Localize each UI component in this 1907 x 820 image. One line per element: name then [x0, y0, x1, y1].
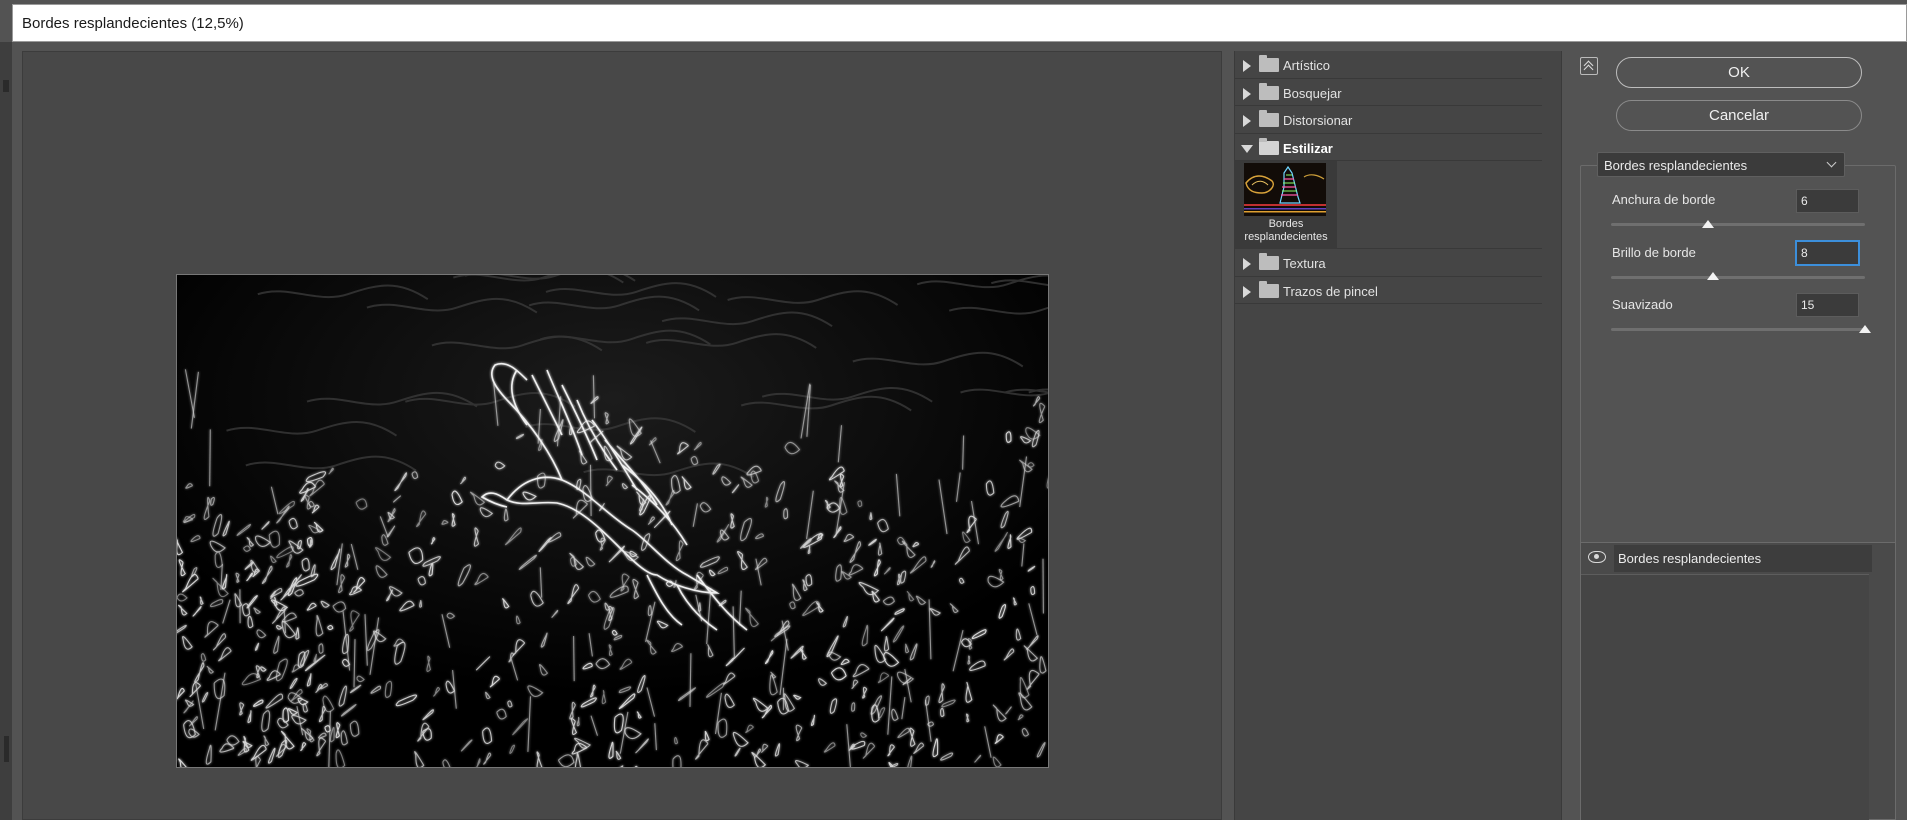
filter-folder-trazos-de-pincel[interactable]: Trazos de pincel — [1235, 277, 1542, 304]
filter-thumbnail-bordes-resplandecientes[interactable]: Bordes resplandecientes — [1235, 161, 1337, 249]
panel-collapse-handle[interactable] — [3, 80, 9, 92]
filter-folder-label: Textura — [1283, 256, 1326, 271]
open-folder-icon — [1259, 137, 1279, 155]
edge-brightness-input[interactable] — [1795, 240, 1860, 266]
edge-width-slider-thumb[interactable] — [1701, 220, 1714, 228]
filter-folder-bosquejar[interactable]: Bosquejar — [1235, 79, 1542, 106]
glowing-edges-image — [177, 275, 1048, 767]
preview-image[interactable] — [176, 274, 1049, 768]
disclosure-triangle-icon[interactable] — [1241, 144, 1253, 153]
folder-icon — [1259, 280, 1279, 298]
filter-folder-label: Distorsionar — [1283, 113, 1353, 128]
dialog-title-bar: Bordes resplandecientes (12,5%) — [12, 4, 1907, 42]
folder-icon — [1259, 253, 1279, 270]
filter-folder-label: Bosquejar — [1283, 85, 1342, 101]
eye-icon[interactable] — [1588, 551, 1606, 563]
filter-folder-distorsionar[interactable]: Distorsionar — [1235, 106, 1542, 134]
filter-gallery-panel[interactable]: Artístico Bosquejar Distorsionar Estiliz… — [1234, 51, 1562, 820]
folder-icon — [1259, 110, 1279, 127]
collapse-icon[interactable] — [1580, 57, 1598, 75]
smoothness-slider-thumb[interactable] — [1859, 325, 1871, 333]
filter-folder-label: Artístico — [1283, 58, 1330, 73]
filter-folder-artistico[interactable]: Artístico — [1235, 51, 1542, 79]
filter-select-value: Bordes resplandecientes — [1604, 158, 1748, 173]
dialog-title: Bordes resplandecientes (12,5%) — [22, 15, 244, 32]
settings-panel: OK Cancelar Bordes resplandecientes Anch… — [1562, 42, 1907, 820]
param-label-edge-width: Anchura de borde — [1612, 192, 1716, 207]
filter-folder-label: Trazos de pincel — [1283, 283, 1378, 299]
folder-icon — [1259, 82, 1279, 100]
filter-thumbnail-image — [1244, 163, 1326, 216]
smoothness-input[interactable] — [1796, 293, 1859, 317]
edge-width-input[interactable] — [1796, 189, 1859, 213]
smoothness-slider[interactable] — [1611, 328, 1865, 331]
chevron-down-icon — [1826, 157, 1837, 168]
filter-thumbnail-label: Bordes resplandecientes — [1244, 218, 1328, 243]
ok-button[interactable]: OK — [1616, 57, 1862, 88]
preview-area[interactable] — [22, 51, 1222, 820]
effect-layer-row[interactable]: Bordes resplandecientes — [1581, 543, 1872, 573]
edge-width-slider[interactable] — [1611, 223, 1865, 226]
cancel-button[interactable]: Cancelar — [1616, 100, 1862, 131]
filter-select[interactable]: Bordes resplandecientes — [1597, 152, 1845, 177]
param-label-edge-brightness: Brillo de borde — [1612, 245, 1696, 260]
param-label-smoothness: Suavizado — [1612, 297, 1673, 312]
disclosure-triangle-icon[interactable] — [1243, 87, 1251, 100]
disclosure-triangle-icon[interactable] — [1243, 60, 1251, 72]
left-edge-strip — [0, 42, 12, 820]
folder-icon — [1259, 55, 1279, 72]
filter-folder-estilizar[interactable]: Estilizar — [1235, 134, 1542, 161]
disclosure-triangle-icon[interactable] — [1243, 285, 1251, 298]
edge-brightness-slider[interactable] — [1611, 276, 1865, 279]
effect-layers-empty-area — [1581, 575, 1869, 820]
scroll-handle[interactable] — [4, 736, 9, 762]
effect-layers-panel: Bordes resplandecientes — [1580, 542, 1896, 820]
disclosure-triangle-icon[interactable] — [1243, 115, 1251, 127]
filter-thumbnails: Bordes resplandecientes — [1235, 161, 1542, 249]
disclosure-triangle-icon[interactable] — [1243, 258, 1251, 270]
filter-folder-textura[interactable]: Textura — [1235, 249, 1542, 277]
effect-layer-name: Bordes resplandecientes — [1614, 545, 1872, 572]
filter-folder-label: Estilizar — [1283, 140, 1333, 156]
edge-brightness-slider-thumb[interactable] — [1706, 272, 1719, 280]
